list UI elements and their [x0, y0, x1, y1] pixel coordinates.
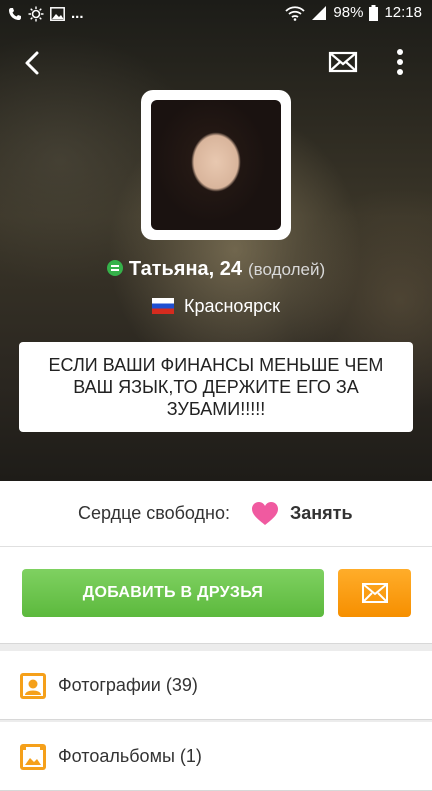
add-friend-button[interactable]: ДОБАВИТЬ В ДРУЗЬЯ: [22, 569, 324, 617]
heart-status-row: Сердце свободно: Занять: [0, 481, 432, 547]
battery-percent: 98%: [333, 4, 364, 21]
menu-item-albums[interactable]: Фотоальбомы (1): [0, 722, 432, 791]
heart-status-label: Сердце свободно:: [78, 503, 230, 523]
envelope-icon: [362, 583, 388, 603]
mail-icon[interactable]: [328, 50, 358, 74]
status-text: ЕСЛИ ВАШИ ФИНАНСЫ МЕНЬШЕ ЧЕМ ВАШ ЯЗЫК,ТО…: [48, 355, 384, 419]
brightness-icon: [28, 6, 44, 21]
profile-name: Татьяна, 24: [128, 258, 243, 280]
clock: 12:18: [384, 4, 422, 21]
zodiac-sign: (водолей): [248, 260, 326, 279]
signal-icon: [312, 5, 327, 20]
heart-icon[interactable]: [252, 502, 278, 526]
menu-item-label: Фотоальбомы (1): [58, 746, 202, 766]
profile-name-line: Татьяна, 24 (водолей): [0, 258, 432, 281]
notifications-more: ...: [71, 5, 84, 22]
avatar-frame[interactable]: [141, 90, 291, 240]
battery-icon: [369, 4, 379, 21]
action-buttons-row: ДОБАВИТЬ В ДРУЗЬЯ: [0, 547, 432, 644]
gallery-icon: [50, 6, 65, 21]
profile-city-line: Красноярск: [0, 296, 432, 317]
more-menu-icon[interactable]: [392, 46, 408, 78]
back-arrow-icon[interactable]: [18, 48, 48, 78]
status-bar: ... 98% 12:18: [0, 0, 432, 28]
call-icon: [9, 7, 21, 20]
wifi-icon: [285, 5, 306, 21]
photo-album-icon: [20, 744, 46, 770]
photo-portrait-icon: [20, 673, 46, 699]
profile-header: ... 98% 12:18 Татьяна, 24 (водолей) Красн…: [0, 0, 432, 481]
status-message: ЕСЛИ ВАШИ ФИНАНСЫ МЕНЬШЕ ЧЕМ ВАШ ЯЗЫК,ТО…: [19, 342, 413, 432]
profile-city: Красноярск: [183, 296, 281, 316]
menu-item-photos[interactable]: Фотографии (39): [0, 651, 432, 720]
send-message-button[interactable]: [338, 569, 411, 617]
avatar[interactable]: [151, 100, 281, 230]
menu-item-label: Фотографии (39): [58, 675, 198, 695]
online-status-icon: [106, 260, 123, 276]
take-heart-button[interactable]: Занять: [290, 503, 353, 524]
russia-flag-icon: [151, 298, 174, 314]
